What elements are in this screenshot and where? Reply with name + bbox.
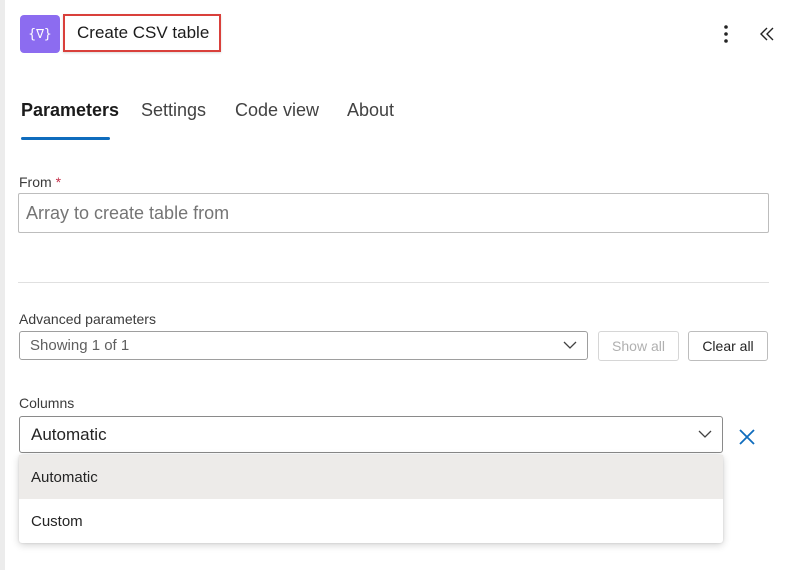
remove-parameter-button[interactable]	[737, 427, 757, 447]
section-divider	[18, 282, 769, 283]
from-label: From *	[19, 174, 61, 190]
chevron-down-icon	[698, 430, 712, 438]
clear-all-button[interactable]: Clear all	[688, 331, 768, 361]
advanced-parameters-label: Advanced parameters	[19, 311, 156, 327]
advanced-parameters-dropdown[interactable]: Showing 1 of 1	[19, 331, 588, 360]
more-options-button[interactable]	[716, 22, 736, 46]
columns-value: Automatic	[31, 424, 107, 444]
more-vertical-icon	[724, 25, 728, 43]
show-all-button[interactable]: Show all	[598, 331, 679, 361]
action-title[interactable]: Create CSV table	[77, 23, 209, 43]
app-icon-glyph: {∇}	[28, 26, 52, 42]
chevron-down-icon	[563, 341, 577, 349]
tab-about[interactable]: About	[347, 100, 394, 121]
collapse-panel-button[interactable]	[754, 21, 780, 47]
option-custom[interactable]: Custom	[19, 499, 723, 543]
from-placeholder: Array to create table from	[26, 202, 230, 223]
required-marker: *	[55, 174, 62, 190]
columns-options-list: Automatic Custom	[19, 455, 723, 543]
tab-settings[interactable]: Settings	[141, 100, 206, 121]
double-chevron-left-icon	[760, 27, 774, 41]
from-label-text: From	[19, 174, 52, 190]
option-automatic[interactable]: Automatic	[19, 455, 723, 499]
data-operation-icon: {∇}	[20, 15, 60, 53]
close-icon	[739, 429, 755, 445]
columns-dropdown[interactable]: Automatic	[19, 416, 723, 453]
tab-parameters[interactable]: Parameters	[21, 100, 119, 121]
panel-left-edge	[0, 0, 5, 570]
from-input[interactable]: Array to create table from	[18, 193, 769, 233]
columns-label: Columns	[19, 395, 75, 411]
active-tab-indicator	[21, 137, 110, 140]
tab-code-view[interactable]: Code view	[235, 100, 319, 121]
action-title-box[interactable]: Create CSV table	[63, 14, 221, 52]
advanced-parameters-value: Showing 1 of 1	[30, 337, 130, 354]
panel-header: {∇} Create CSV table	[0, 0, 786, 70]
